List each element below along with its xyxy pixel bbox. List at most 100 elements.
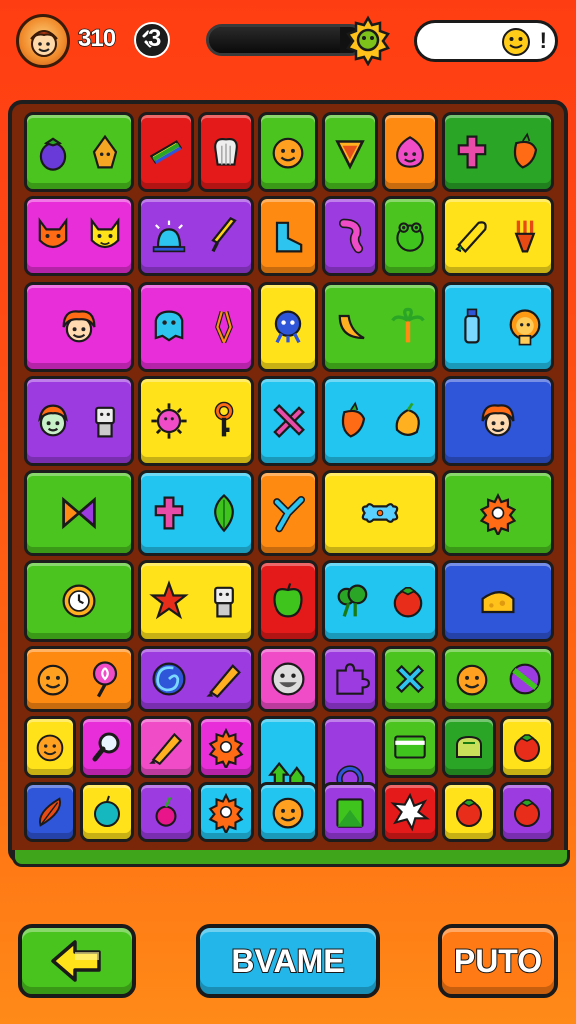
board-tile[interactable] [500,782,554,842]
board-tile[interactable] [198,112,254,192]
board-tile[interactable] [442,782,496,842]
carrot-icon [513,132,537,169]
board-tile[interactable] [322,646,378,712]
board-tile[interactable] [442,470,554,556]
board-tile[interactable] [258,376,318,466]
board-tile[interactable] [24,560,134,642]
board-tile[interactable] [80,716,134,778]
board-tile[interactable] [322,782,378,842]
orange-face-icon [456,664,487,696]
star-icon [148,580,189,620]
tomato-icon [456,799,482,827]
board-tile[interactable] [500,716,554,778]
fork-icon [514,220,535,253]
board-tile[interactable] [258,112,318,192]
board-tile[interactable] [24,470,134,556]
orange-face-icon [37,664,69,696]
board-tile[interactable] [138,716,194,778]
leaf-icon [213,493,234,533]
girl-face-icon [481,404,515,437]
pliers-icon [214,310,233,344]
orange-face-icon [36,734,64,762]
board-tile[interactable] [24,376,134,466]
board-tile[interactable] [24,646,134,712]
orange-face-icon [272,797,304,829]
tomato-icon [514,734,540,762]
board-tile[interactable] [138,196,254,276]
sweet-potato-icon [92,134,118,169]
board-tile[interactable] [442,560,554,642]
board-tile[interactable] [382,112,438,192]
board-tile[interactable] [24,716,76,778]
board-tile[interactable] [322,560,438,642]
corn-icon [454,221,487,253]
board-tile[interactable] [138,470,254,556]
bvame-button[interactable]: BVAME [196,924,380,998]
knife-icon [210,217,237,253]
heart-shield-icon [335,140,365,170]
fox-face-icon [38,217,68,249]
gear-icon [208,727,244,768]
status-pill[interactable]: ! [414,20,558,62]
cherry-icon [155,796,177,827]
board-tile[interactable] [198,716,254,778]
bread-icon [456,735,482,758]
board-tile[interactable] [382,646,438,712]
palm-tree-icon [390,307,425,343]
card-icon [394,735,426,759]
board-tile[interactable] [24,782,76,842]
board-tile[interactable] [442,716,496,778]
back-button[interactable] [18,924,136,998]
board-tile[interactable] [24,282,134,372]
board-tile[interactable] [138,112,194,192]
board-tile[interactable] [258,282,318,372]
robot-icon [95,406,115,438]
board-tile[interactable] [258,782,318,842]
board-tile[interactable] [138,646,254,712]
board-tile[interactable] [198,782,254,842]
virus-icon [150,403,187,439]
board-tile[interactable] [382,782,438,842]
board-tile[interactable] [442,196,554,276]
player-avatar[interactable] [16,14,70,68]
board-tile[interactable] [322,282,438,372]
broccoli-icon [337,584,367,617]
smiley-icon [502,28,530,56]
puto-button[interactable]: PUTO [438,924,558,998]
gear-icon [208,792,244,833]
key-icon [214,401,233,437]
board-tile[interactable] [24,112,134,192]
board-tile[interactable] [322,470,438,556]
board-tile[interactable] [322,112,378,192]
chef-hat-icon [214,138,238,166]
board-base [12,850,570,867]
board-tile[interactable] [258,196,318,276]
x-mark-icon [395,664,425,694]
rainbow-block-icon [149,140,183,164]
board-tile[interactable] [138,560,254,642]
board-tile[interactable] [24,196,134,276]
board-tile[interactable] [138,282,254,372]
lollipop-icon [92,661,118,698]
board-tile[interactable] [258,560,318,642]
boot-icon [275,221,303,253]
board-tile[interactable] [322,196,378,276]
settings-gear-icon[interactable] [342,14,394,66]
bow-icon [62,496,96,530]
score-value: 310 [77,24,117,53]
board-tile[interactable] [382,716,438,778]
board-tile[interactable] [442,376,554,466]
feather-icon [39,797,61,827]
board-tile[interactable] [382,196,438,276]
board-tile[interactable] [322,376,438,466]
board-tile[interactable] [80,782,134,842]
board-tile[interactable] [442,282,554,372]
board-tile[interactable] [138,782,194,842]
board-tile[interactable] [138,376,254,466]
puzzle-icon [336,663,370,695]
banana-icon [338,314,365,340]
board-tile[interactable] [442,112,554,192]
board-tile[interactable] [258,646,318,712]
board-tile[interactable] [442,646,554,712]
board-tile[interactable] [258,470,318,556]
